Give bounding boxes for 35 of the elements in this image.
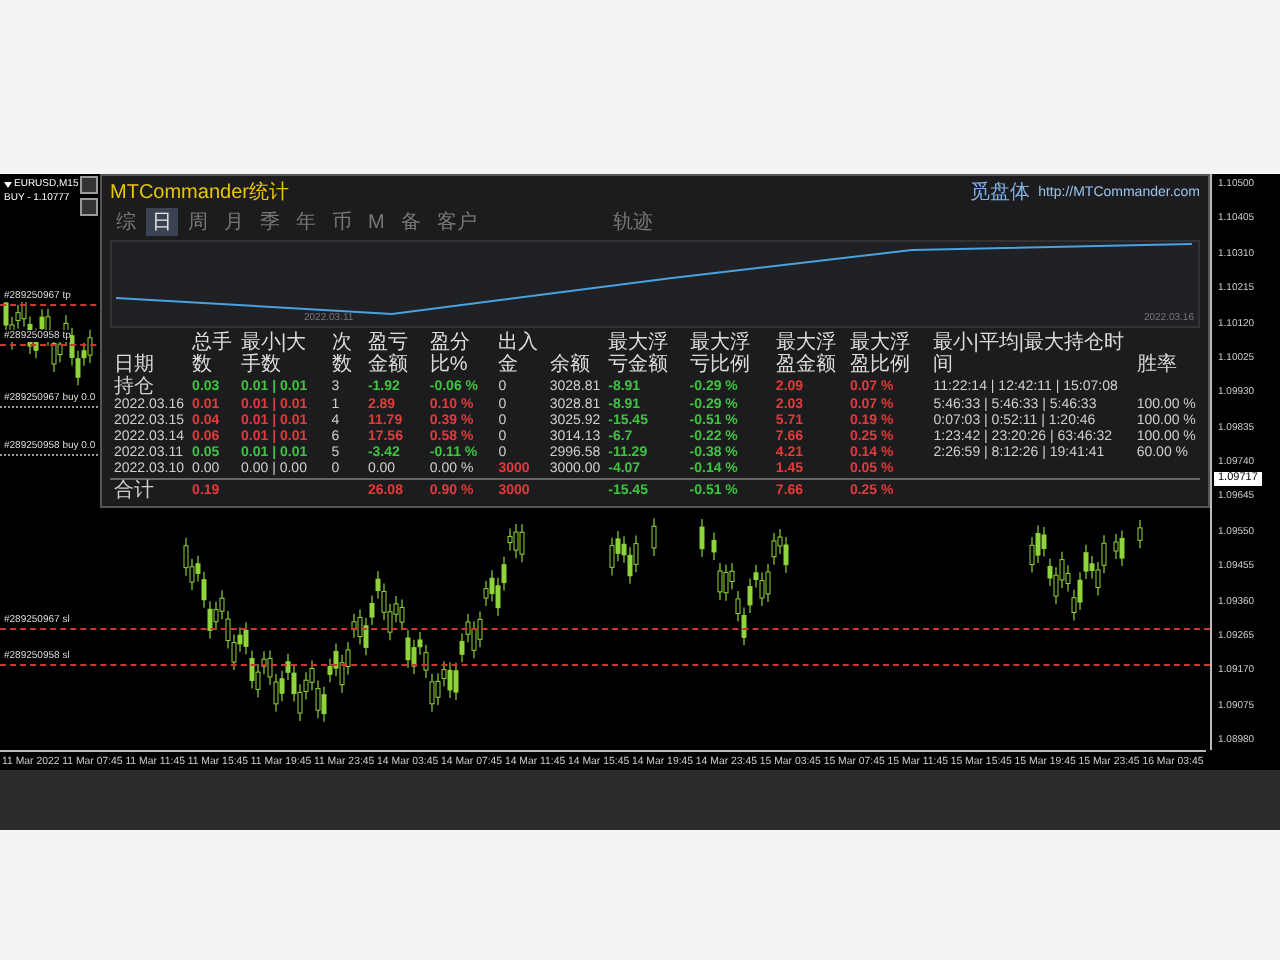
period-tab[interactable]: 综 [110, 208, 142, 236]
column-header: 盈分比% [427, 332, 472, 376]
period-tab[interactable]: 日 [146, 208, 178, 236]
column-header: 最大浮亏比例 [687, 332, 752, 376]
candle [1137, 519, 1143, 549]
dropdown-icon[interactable] [4, 181, 12, 187]
candle [651, 517, 657, 557]
minimize-icon[interactable] [80, 176, 98, 194]
period-tab[interactable]: 月 [218, 208, 250, 236]
grid-icon[interactable] [80, 198, 98, 216]
table-cell: 持仓 [110, 376, 189, 398]
period-tab[interactable]: 备 [394, 208, 427, 236]
period-tab[interactable]: 季 [254, 208, 286, 236]
period-tab[interactable]: 周 [182, 208, 214, 236]
period-tab[interactable]: 年 [290, 208, 322, 236]
column-header: 最小|平均|最大持仓时间 [931, 332, 1126, 376]
table-cell: 合计 [110, 479, 189, 502]
column-header: 最大浮亏金额 [606, 332, 671, 376]
panel-title: MTCommander统计 [110, 179, 289, 206]
period-tab[interactable]: M [362, 208, 391, 236]
column-header: 总手数 [190, 332, 235, 376]
trace-tab[interactable]: 轨迹 [606, 208, 659, 236]
column-header: 最小|大手数 [239, 332, 309, 376]
column-header: 最大浮盈金额 [773, 332, 838, 376]
column-header: 胜率 [1134, 351, 1179, 376]
column-header: 日期 [112, 351, 156, 376]
period-tab[interactable]: 币 [326, 208, 358, 236]
column-header: 次数 [329, 332, 354, 376]
candle [699, 518, 705, 558]
column-header: 余额 [547, 351, 592, 376]
period-tab[interactable]: 客户 [430, 208, 483, 236]
column-header: 最大浮盈比例 [847, 332, 912, 376]
column-header: 盈亏金额 [365, 332, 410, 376]
column-header: 出入金 [496, 332, 541, 376]
brand-label: 觅盘体 [970, 179, 1031, 206]
